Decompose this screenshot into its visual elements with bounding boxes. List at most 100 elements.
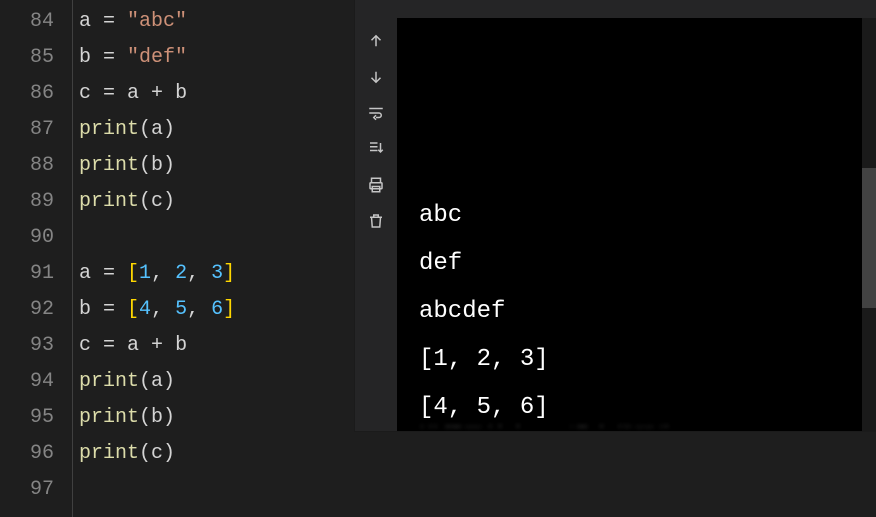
token-op: =	[91, 46, 127, 69]
token-punc: )	[163, 190, 175, 213]
token-punc: )	[163, 118, 175, 141]
token-var: b	[175, 82, 187, 105]
token-var: b	[175, 334, 187, 357]
code-editor[interactable]: 8485868788899091929394959697 a = "abc"b …	[0, 0, 354, 517]
token-punc: (	[139, 442, 151, 465]
token-punc: )	[163, 154, 175, 177]
token-punc: (	[139, 154, 151, 177]
token-brkt: ]	[223, 262, 235, 285]
token-comma: ,	[151, 298, 175, 321]
line-number: 86	[0, 76, 54, 112]
token-num: 2	[175, 262, 187, 285]
line-number: 87	[0, 112, 54, 148]
code-line[interactable]: print(c)	[79, 184, 354, 220]
run-tool-window: abcdefabcdef[1, 2, 3][4, 5, 6][1, 2, 3, …	[354, 0, 876, 432]
token-func: print	[79, 154, 139, 177]
token-func: print	[79, 118, 139, 141]
code-line[interactable]: a = "abc"	[79, 4, 354, 40]
arrow-up-icon[interactable]	[365, 30, 387, 52]
token-func: print	[79, 190, 139, 213]
code-area[interactable]: a = "abc"b = "def"c = a + bprint(a)print…	[72, 0, 354, 517]
console-line: def	[419, 240, 870, 288]
token-punc: )	[163, 370, 175, 393]
panel-header	[355, 0, 876, 8]
token-punc: (	[139, 406, 151, 429]
code-line[interactable]: a = [1, 2, 3]	[79, 256, 354, 292]
code-line[interactable]: print(b)	[79, 148, 354, 184]
run-toolbar	[355, 8, 397, 431]
line-number: 90	[0, 220, 54, 256]
token-var: c	[151, 442, 163, 465]
scrollbar-track[interactable]	[862, 18, 876, 431]
token-punc: (	[139, 118, 151, 141]
token-str: "abc"	[127, 10, 187, 33]
token-var: a	[151, 118, 163, 141]
token-punc: )	[163, 442, 175, 465]
code-line[interactable]: c = a + b	[79, 76, 354, 112]
word-wrap-icon[interactable]	[365, 102, 387, 124]
line-number: 85	[0, 40, 54, 76]
token-var: b	[79, 46, 91, 69]
line-number: 91	[0, 256, 54, 292]
token-comma: ,	[187, 298, 211, 321]
token-func: print	[79, 442, 139, 465]
code-line[interactable]: print(a)	[79, 112, 354, 148]
token-num: 5	[175, 298, 187, 321]
token-op: =	[91, 334, 127, 357]
token-op: =	[91, 10, 127, 33]
panel-body: abcdefabcdef[1, 2, 3][4, 5, 6][1, 2, 3, …	[355, 8, 876, 431]
code-line[interactable]: b = [4, 5, 6]	[79, 292, 354, 328]
token-op: +	[139, 82, 175, 105]
panel-gap	[354, 432, 876, 517]
token-comma: ,	[187, 262, 211, 285]
code-line[interactable]: print(a)	[79, 364, 354, 400]
token-op: +	[139, 334, 175, 357]
token-var: c	[79, 334, 91, 357]
token-num: 4	[139, 298, 151, 321]
console-line: abcdef	[419, 288, 870, 336]
token-comma: ,	[151, 262, 175, 285]
line-number: 97	[0, 472, 54, 508]
code-line[interactable]: c = a + b	[79, 328, 354, 364]
token-op: =	[91, 82, 127, 105]
token-func: print	[79, 370, 139, 393]
token-op: =	[91, 298, 127, 321]
token-var: a	[79, 10, 91, 33]
scrollbar-thumb[interactable]	[862, 168, 876, 308]
token-str: "def"	[127, 46, 187, 69]
token-var: c	[151, 190, 163, 213]
console-line: [1, 2, 3]	[419, 336, 870, 384]
token-var: b	[79, 298, 91, 321]
trash-icon[interactable]	[365, 210, 387, 232]
line-number: 95	[0, 400, 54, 436]
console-output[interactable]: abcdefabcdef[1, 2, 3][4, 5, 6][1, 2, 3, …	[397, 18, 876, 431]
code-line[interactable]	[79, 220, 354, 256]
token-var: b	[151, 406, 163, 429]
code-line[interactable]: b = "def"	[79, 40, 354, 76]
line-number: 94	[0, 364, 54, 400]
line-number: 92	[0, 292, 54, 328]
token-var: c	[79, 82, 91, 105]
line-number: 93	[0, 328, 54, 364]
token-brkt: [	[127, 262, 139, 285]
arrow-down-icon[interactable]	[365, 66, 387, 88]
line-number: 84	[0, 4, 54, 40]
token-var: a	[79, 262, 91, 285]
token-var: a	[127, 82, 139, 105]
line-number-gutter: 8485868788899091929394959697	[0, 0, 72, 517]
token-num: 1	[139, 262, 151, 285]
code-line[interactable]	[79, 472, 354, 508]
app-root: 8485868788899091929394959697 a = "abc"b …	[0, 0, 876, 517]
token-num: 3	[211, 262, 223, 285]
console-line: abc	[419, 192, 870, 240]
code-line[interactable]: print(b)	[79, 400, 354, 436]
line-number: 88	[0, 148, 54, 184]
token-op: =	[91, 262, 127, 285]
scroll-to-end-icon[interactable]	[365, 138, 387, 160]
code-line[interactable]: print(c)	[79, 436, 354, 472]
token-brkt: [	[127, 298, 139, 321]
token-num: 6	[211, 298, 223, 321]
line-number: 96	[0, 436, 54, 472]
token-brkt: ]	[223, 298, 235, 321]
print-icon[interactable]	[365, 174, 387, 196]
